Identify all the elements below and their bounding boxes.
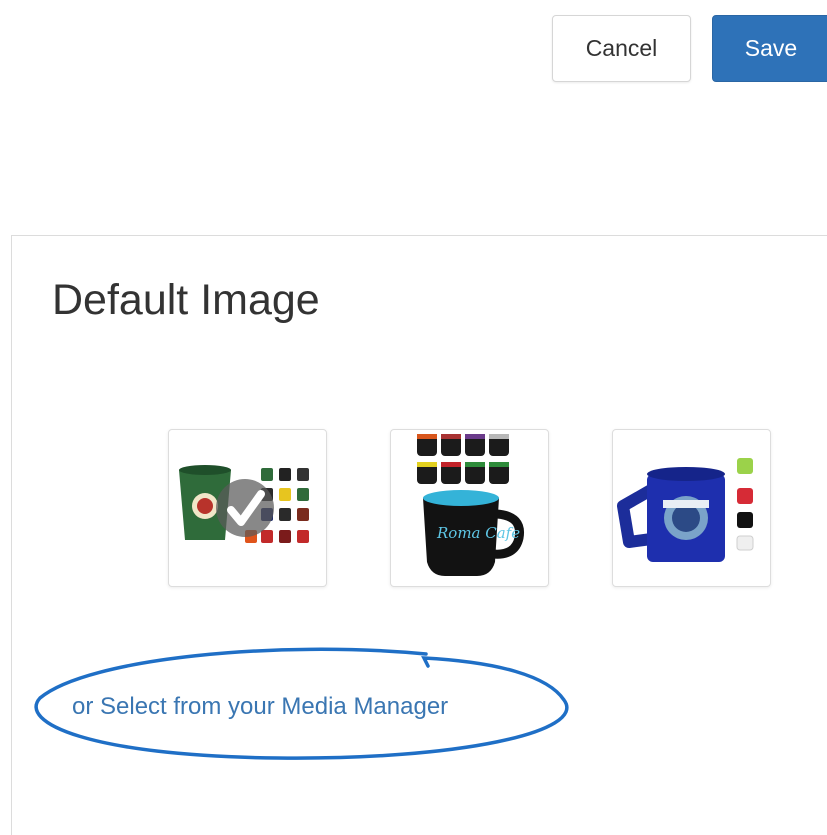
save-button-label: Save	[744, 35, 798, 61]
panel-title: Default Image	[52, 276, 320, 324]
check-icon	[216, 479, 274, 537]
blue-mug-image	[617, 458, 754, 562]
black-mug-image: Roma Cafe	[417, 434, 525, 576]
svg-text:Roma Cafe: Roma Cafe	[436, 524, 520, 542]
green-mug-thumbnail[interactable]	[168, 429, 327, 587]
select-from-media-manager-link[interactable]: or Select from your Media Manager	[72, 692, 448, 722]
cancel-button-label: Cancel	[585, 35, 658, 61]
save-button[interactable]: Save	[712, 15, 827, 82]
black-bistro-mug-thumbnail[interactable]: Roma Cafe	[390, 429, 549, 587]
blue-mug-thumbnail[interactable]	[612, 429, 771, 587]
cancel-button[interactable]: Cancel	[552, 15, 691, 82]
